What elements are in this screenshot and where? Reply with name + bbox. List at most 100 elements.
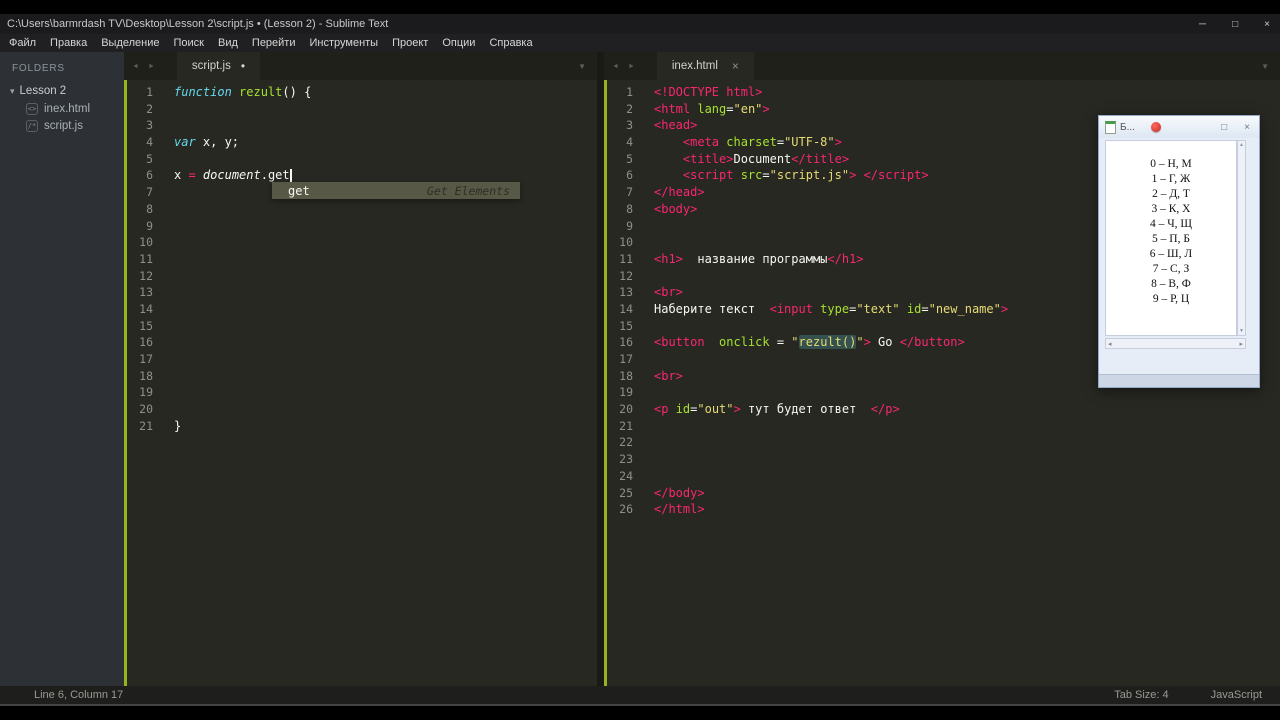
autocomplete-popup[interactable]: get Get Elements <box>272 182 520 199</box>
tab-next-icon[interactable]: ► <box>628 63 635 70</box>
code-line[interactable]: 21 <box>604 418 1280 435</box>
line-number: 10 <box>619 235 633 250</box>
line-content: } <box>153 418 181 435</box>
line-number: 4 <box>626 135 633 150</box>
menu-item-8[interactable]: Опции <box>435 37 482 49</box>
code-line[interactable]: 11 <box>124 251 597 268</box>
scroll-down-icon[interactable]: ▼ <box>1239 328 1244 334</box>
tab-prev-icon[interactable]: ◄ <box>132 63 139 70</box>
menu-item-9[interactable]: Справка <box>482 37 539 49</box>
code-line[interactable]: 14 <box>124 301 597 318</box>
code-line[interactable]: 21} <box>124 418 597 435</box>
code-token: function <box>174 85 240 99</box>
file-type-icon: /* <box>26 119 38 132</box>
line-content: <script src="script.js"> </script> <box>633 167 929 184</box>
code-line[interactable]: 15 <box>124 318 597 335</box>
sidebar-file-inex.html[interactable]: <> inex.html <box>0 100 124 117</box>
code-line[interactable]: 19 <box>124 384 597 401</box>
float-vertical-scrollbar[interactable]: ▲ ▼ <box>1237 140 1246 336</box>
code-line[interactable]: 12 <box>124 268 597 285</box>
code-line[interactable]: 2 <box>124 101 597 118</box>
menu-item-4[interactable]: Вид <box>211 37 245 49</box>
code-line[interactable]: 20 <p id="out"> тут будет ответ </p> <box>604 401 1280 418</box>
line-number: 6 <box>146 168 153 183</box>
minimize-icon[interactable]: ─ <box>1199 19 1206 30</box>
line-number: 1 <box>626 85 633 99</box>
sidebar-file-script.js[interactable]: /* script.js <box>0 117 124 134</box>
line-content: <body> <box>633 201 697 218</box>
code-line[interactable]: 8 <box>124 201 597 218</box>
float-window-titlebar[interactable]: Б... □ × <box>1099 116 1259 138</box>
code-line[interactable]: 13 <box>124 284 597 301</box>
menu-item-1[interactable]: Правка <box>43 37 94 49</box>
tab-size-indicator[interactable]: Tab Size: 4 <box>1114 689 1168 701</box>
line-content: <title>Document</title> <box>633 151 849 168</box>
code-line[interactable]: 22 <box>604 434 1280 451</box>
line-number: 10 <box>139 235 153 250</box>
tab-overflow-icon[interactable]: ▼ <box>1261 62 1280 71</box>
code-token: var <box>174 135 196 150</box>
code-line[interactable]: 20 <box>124 401 597 418</box>
tab-script-js[interactable]: script.js • <box>176 52 261 80</box>
code-token: </p> <box>870 402 900 417</box>
menu-item-2[interactable]: Выделение <box>94 37 166 49</box>
syntax-indicator[interactable]: JavaScript <box>1211 689 1262 701</box>
tab-next-icon[interactable]: ► <box>148 63 155 70</box>
float-close-icon[interactable]: × <box>1244 122 1250 133</box>
code-line[interactable]: 24 <box>604 468 1280 485</box>
menu-item-0[interactable]: Файл <box>2 37 43 49</box>
code-line[interactable]: 18 <box>124 368 597 385</box>
code-line[interactable]: 1 <!DOCTYPE html> <box>604 84 1280 101</box>
menu-item-7[interactable]: Проект <box>385 37 435 49</box>
line-content: <meta charset="UTF-8"> <box>633 134 842 151</box>
line-content: var x, y; <box>153 134 239 151</box>
menu-item-3[interactable]: Поиск <box>167 37 211 49</box>
code-line[interactable]: 1 function rezult() { <box>124 84 597 101</box>
code-token: = <box>188 168 196 183</box>
code-line[interactable]: 23 <box>604 451 1280 468</box>
float-maximize-icon[interactable]: □ <box>1221 122 1227 133</box>
tab-close-icon[interactable]: × <box>732 59 739 73</box>
code-line[interactable]: 16 <box>124 334 597 351</box>
sidebar-folder-lesson-2[interactable]: ▾ Lesson 2 <box>0 82 124 100</box>
line-number: 8 <box>146 201 153 216</box>
diff-gutter-strip <box>604 80 607 686</box>
code-token: charset <box>726 135 777 150</box>
line-content <box>633 451 654 468</box>
folder-name: Lesson 2 <box>19 85 67 97</box>
maximize-icon[interactable]: □ <box>1232 19 1238 30</box>
code-line[interactable]: 25 </body> <box>604 485 1280 502</box>
code-line[interactable]: 3 <box>124 117 597 134</box>
float-horizontal-scrollbar[interactable]: ◂ ▸ <box>1105 338 1246 349</box>
code-line[interactable]: 4 var x, y; <box>124 134 597 151</box>
code-line[interactable]: 10 <box>124 234 597 251</box>
menu-item-6[interactable]: Инструменты <box>303 37 386 49</box>
scroll-right-icon[interactable]: ▸ <box>1239 340 1243 348</box>
code-line[interactable]: 9 <box>124 218 597 235</box>
tab-prev-icon[interactable]: ◄ <box>612 63 619 70</box>
code-token: > <box>863 335 879 350</box>
code-token: " <box>791 335 799 350</box>
autocomplete-item[interactable]: get <box>272 184 310 198</box>
pane-divider[interactable] <box>597 52 604 686</box>
tab-inex-html[interactable]: inex.html × <box>656 52 754 80</box>
tab-overflow-icon[interactable]: ▼ <box>578 62 597 71</box>
code-token: "script.js" <box>769 168 850 183</box>
code-line[interactable]: 5 <box>124 151 597 168</box>
line-number: 9 <box>626 218 633 233</box>
line-content: <p id="out"> тут будет ответ </p> <box>633 401 900 418</box>
pin-icon[interactable] <box>1150 122 1161 132</box>
menu-item-5[interactable]: Перейти <box>245 37 303 49</box>
scroll-up-icon[interactable]: ▲ <box>1239 142 1244 148</box>
line-content: <head> <box>633 117 697 134</box>
cipher-row: 6 – Ш, Л <box>1149 248 1193 260</box>
scroll-left-icon[interactable]: ◂ <box>1108 340 1112 348</box>
code-line[interactable]: 17 <box>124 351 597 368</box>
line-number: 24 <box>619 468 633 483</box>
code-line[interactable]: 26 </html> <box>604 501 1280 518</box>
close-icon[interactable]: × <box>1264 19 1270 30</box>
window-controls: ─ □ × <box>1199 19 1270 30</box>
code-area-script-js[interactable]: 1 function rezult() {2 3 4 var x, y; 5 6 x = do… <box>124 80 597 686</box>
line-number: 12 <box>139 268 153 283</box>
